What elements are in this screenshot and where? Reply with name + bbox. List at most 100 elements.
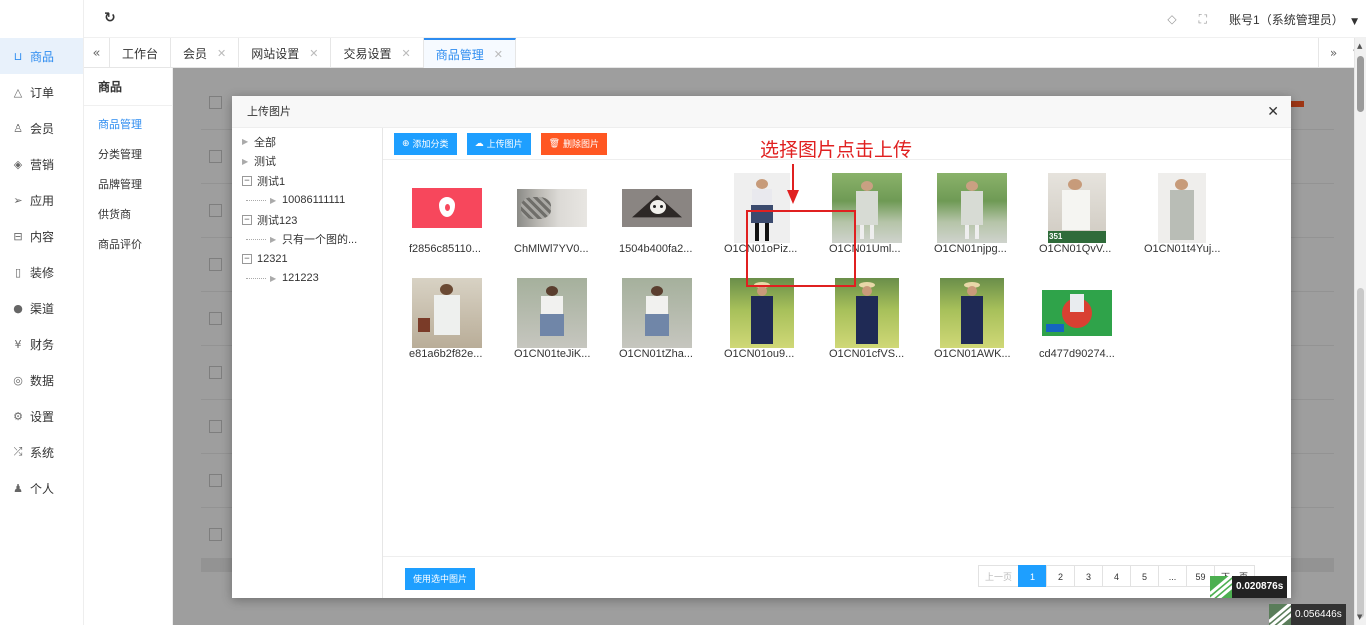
- timer-logo-icon: [1269, 604, 1291, 625]
- thumbnail-wrapper: [1037, 280, 1117, 346]
- caret-right-icon[interactable]: ▶: [270, 196, 282, 205]
- image-item[interactable]: O1CN01cfVS...: [825, 278, 930, 360]
- nav-item-3[interactable]: ◈ 营销: [0, 146, 83, 182]
- image-filename: O1CN01tZha...: [619, 348, 693, 360]
- tab-4[interactable]: 商品管理 ✕: [423, 38, 516, 68]
- tab-close-icon[interactable]: ✕: [309, 47, 318, 60]
- delete-image-button[interactable]: 🗑 删除图片: [540, 132, 608, 155]
- sub-nav-item-1[interactable]: 分类管理: [84, 140, 172, 170]
- tab-1[interactable]: 会员 ✕: [171, 38, 240, 68]
- scroll-up-icon[interactable]: ▲: [1357, 42, 1362, 50]
- nav-item-label: 渠道: [30, 301, 55, 316]
- nav-item-10[interactable]: ⚙ 设置: [0, 398, 83, 434]
- image-item[interactable]: O1CN01teJiK...: [510, 278, 615, 360]
- tab-0[interactable]: 工作台: [110, 38, 172, 68]
- scroll-down-icon[interactable]: ▼: [1357, 613, 1362, 621]
- nav-item-4[interactable]: ➢ 应用: [0, 182, 83, 218]
- sub-nav-item-2[interactable]: 品牌管理: [84, 170, 172, 200]
- image-item[interactable]: cd477d90274...: [1035, 280, 1140, 360]
- yen-icon: ¥: [14, 337, 22, 351]
- thumbnail-wrapper: [932, 278, 1012, 348]
- image-item[interactable]: ChMlWl7YV0...: [510, 175, 615, 255]
- page-scrollbar[interactable]: ▲ ▼: [1354, 38, 1366, 625]
- fullscreen-icon[interactable]: ⛶: [1199, 12, 1207, 27]
- thumbnail-wrapper: 351: [1037, 173, 1117, 243]
- tree-node-7[interactable]: ▶ 121223: [242, 269, 382, 289]
- sub-nav-item-4[interactable]: 商品评价: [84, 230, 172, 260]
- nav-item-11[interactable]: ⤮ 系统: [0, 434, 83, 470]
- image-item[interactable]: O1CN01t4Yuj...: [1140, 173, 1245, 255]
- tab-scroll-left-icon[interactable]: «: [84, 38, 110, 68]
- nav-item-1[interactable]: △ 订单: [0, 74, 83, 110]
- sub-nav-list: 商品管理 分类管理 品牌管理 供货商 商品评价: [84, 106, 172, 260]
- sub-sidebar-title: 商品: [84, 68, 172, 106]
- tree-node-5[interactable]: ▶ 只有一个图的...: [242, 230, 382, 250]
- tab-2[interactable]: 网站设置 ✕: [239, 38, 332, 68]
- image-item[interactable]: 1504b400fa2...: [615, 175, 720, 255]
- add-category-button[interactable]: ⊕ 添加分类: [394, 132, 457, 155]
- refresh-icon[interactable]: ↻: [104, 10, 116, 26]
- sub-nav-item-3[interactable]: 供货商: [84, 200, 172, 230]
- timer-logo-icon: [1210, 576, 1232, 598]
- person-icon: ♟: [13, 481, 23, 495]
- collapse-icon[interactable]: −: [242, 253, 252, 264]
- image-item[interactable]: O1CN01njpg...: [930, 173, 1035, 255]
- page-button[interactable]: 2: [1045, 565, 1075, 587]
- tree-node-label: 121223: [282, 272, 319, 285]
- tree-node-2[interactable]: − 测试1: [242, 171, 382, 191]
- scrollbar-track[interactable]: [1357, 288, 1364, 618]
- account-menu[interactable]: 账号1（系统管理员） ▼: [1229, 11, 1358, 28]
- caret-right-icon[interactable]: ▶: [242, 137, 254, 146]
- page-button[interactable]: 3: [1073, 565, 1103, 587]
- nav-item-7[interactable]: ● 渠道: [0, 290, 83, 326]
- page-button[interactable]: 5: [1129, 565, 1159, 587]
- thumbnail-wrapper: [617, 175, 697, 241]
- image-item[interactable]: f2856c85110...: [405, 175, 510, 255]
- nav-item-9[interactable]: ◎ 数据: [0, 362, 83, 398]
- tree-node-1[interactable]: ▶ 测试: [242, 152, 382, 172]
- nav-item-6[interactable]: ▯ 装修: [0, 254, 83, 290]
- use-selected-button[interactable]: 使用选中图片: [405, 568, 476, 590]
- caret-right-icon[interactable]: ▶: [270, 274, 282, 283]
- image-item[interactable]: 351 O1CN01QvV...: [1035, 173, 1140, 255]
- outer-timer-badge: 0.056446s: [1269, 604, 1346, 625]
- collapse-icon[interactable]: −: [242, 214, 252, 225]
- tab-close-icon[interactable]: ✕: [217, 47, 226, 60]
- upload-image-button[interactable]: ☁ 上传图片: [466, 132, 531, 155]
- tree-node-3[interactable]: ▶ 10086111111: [242, 191, 382, 211]
- thumbnail-wrapper: [1142, 173, 1222, 243]
- close-icon[interactable]: ✕: [1267, 104, 1279, 120]
- upload-image-modal: 上传图片 ✕ ▶ 全部 ▶ 测试 − 测试1 ▶ 10086111111− 测试123 ▶ 只有一个…: [232, 96, 1291, 598]
- collapse-icon[interactable]: −: [242, 175, 252, 186]
- bell-icon: △: [13, 85, 23, 99]
- nav-item-8[interactable]: ¥ 财务: [0, 326, 83, 362]
- prev-page-button[interactable]: 上一页: [977, 565, 1019, 587]
- nav-item-5[interactable]: ⊟ 内容: [0, 218, 83, 254]
- nav-item-label: 系统: [30, 445, 55, 460]
- tree-node-0[interactable]: ▶ 全部: [242, 132, 382, 152]
- tab-label: 网站设置: [251, 46, 300, 61]
- add-category-label: 添加分类: [412, 138, 449, 149]
- image-item[interactable]: O1CN01AWK...: [930, 278, 1035, 360]
- image-item[interactable]: O1CN01ou9...: [720, 278, 825, 360]
- caret-right-icon[interactable]: ▶: [270, 235, 282, 244]
- scrollbar-thumb[interactable]: [1357, 56, 1364, 112]
- nav-item-12[interactable]: ♟ 个人: [0, 470, 83, 506]
- tab-close-icon[interactable]: ✕: [402, 47, 411, 60]
- tab-3[interactable]: 交易设置 ✕: [331, 38, 424, 68]
- image-thumbnail: [517, 278, 587, 348]
- page-button[interactable]: 4: [1101, 565, 1131, 587]
- tree-node-4[interactable]: − 测试123: [242, 210, 382, 230]
- sub-nav-item-0[interactable]: 商品管理: [84, 110, 172, 140]
- tree-node-6[interactable]: −12321: [242, 249, 382, 269]
- tree-connector: [246, 277, 266, 279]
- image-item[interactable]: e81a6b2f82e...: [405, 278, 510, 360]
- tab-close-icon[interactable]: ✕: [494, 48, 503, 61]
- page-button[interactable]: 1: [1017, 565, 1047, 587]
- nav-item-2[interactable]: ♙ 会员: [0, 110, 83, 146]
- caret-right-icon[interactable]: ▶: [242, 157, 254, 166]
- image-item[interactable]: O1CN01tZha...: [615, 278, 720, 360]
- tab-scroll-right-icon[interactable]: »: [1318, 38, 1348, 68]
- tag-icon[interactable]: ◇: [1167, 12, 1176, 26]
- nav-item-0[interactable]: ⊔ 商品: [0, 38, 83, 74]
